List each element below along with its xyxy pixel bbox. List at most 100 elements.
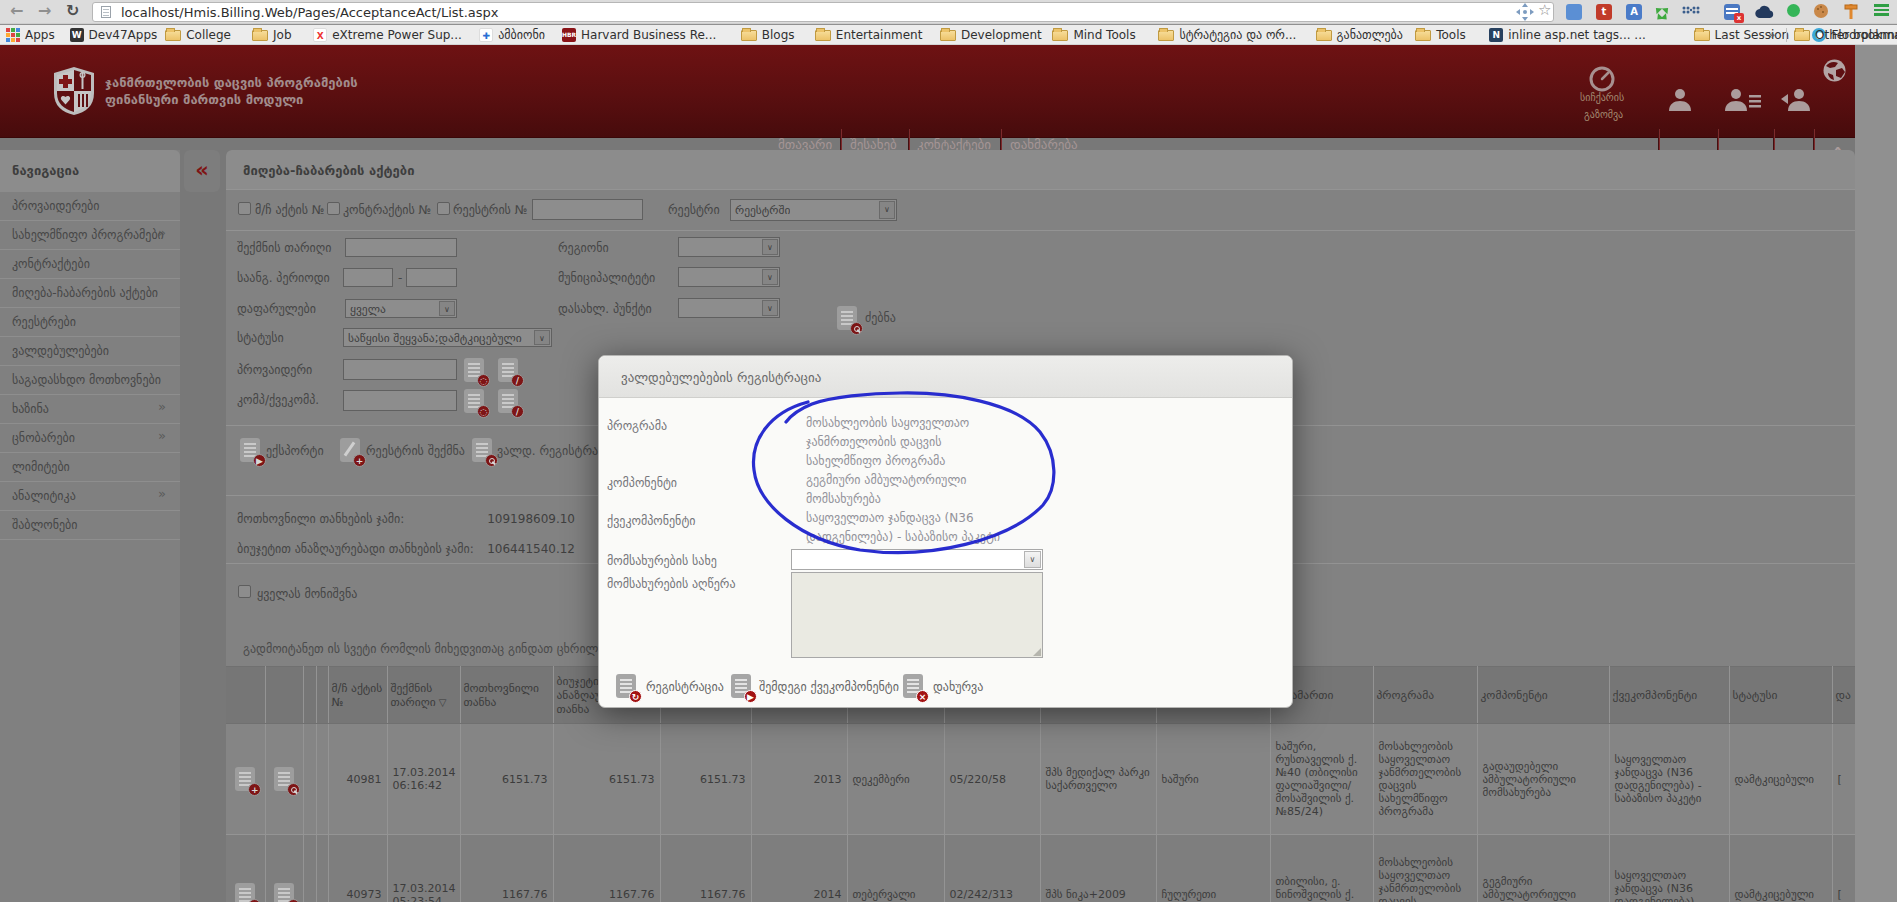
- extension-window-icon[interactable]: [1566, 4, 1582, 20]
- sidebar-item[interactable]: რეესტრები: [0, 308, 180, 337]
- provider-lookup-icon[interactable]: ◌: [464, 358, 484, 382]
- bookmarks-overflow-chevron[interactable]: »: [1768, 25, 1775, 45]
- settlement-select[interactable]: ∨: [678, 298, 780, 318]
- sidebar-item[interactable]: შაბლონები: [0, 511, 180, 540]
- act-no-checkbox[interactable]: [238, 202, 251, 215]
- comp-input[interactable]: [343, 390, 457, 411]
- modal-service-desc-textarea[interactable]: [791, 572, 1043, 658]
- drag-icon[interactable]: [1516, 3, 1534, 21]
- bookmark-item[interactable]: სტრატეგია და ორ...: [1158, 25, 1296, 45]
- sidebar-item[interactable]: სახელმწიფო პროგრამები»: [0, 221, 180, 250]
- column-header[interactable]: [265, 667, 303, 724]
- sidebar-item[interactable]: მიღება-ჩაბარების აქტები: [0, 279, 180, 308]
- bookmark-item[interactable]: Entertainment: [815, 25, 923, 45]
- municipality-select[interactable]: ∨: [678, 267, 780, 287]
- bookmark-item[interactable]: Development: [940, 25, 1042, 45]
- bookmark-item[interactable]: ✚ამბიონი: [479, 25, 545, 45]
- modal-service-type-select[interactable]: ∨: [791, 549, 1043, 570]
- user-list-icon[interactable]: [1725, 85, 1763, 113]
- sidebar-item[interactable]: კონტრაქტები: [0, 250, 180, 279]
- modal-title-bar[interactable]: ვალდებულებების რეგისტრაცია: [599, 356, 1292, 398]
- column-header[interactable]: ქვეკომპონენტი: [1609, 667, 1729, 724]
- modal-close-button[interactable]: დახურვა: [933, 680, 983, 694]
- bookmark-item[interactable]: XeXtreme Power Sup...: [313, 25, 462, 45]
- browser-menu-icon[interactable]: [1874, 4, 1889, 16]
- extension-pin-icon[interactable]: [1787, 4, 1800, 17]
- sidebar-item[interactable]: ლიმიტები: [0, 453, 180, 482]
- row-add-icon[interactable]: +: [235, 883, 255, 902]
- bookmark-item[interactable]: Job: [252, 25, 292, 45]
- region-select[interactable]: ∨: [678, 237, 780, 257]
- logout-icon[interactable]: [1781, 85, 1813, 113]
- sidebar-item[interactable]: ცნობარები»: [0, 424, 180, 453]
- sidebar-item[interactable]: ხაზინა»: [0, 395, 180, 424]
- row-add-icon[interactable]: +: [235, 767, 255, 791]
- create-register-button[interactable]: რეესტრის შექმნა: [366, 444, 465, 458]
- select-all-checkbox[interactable]: [238, 585, 251, 598]
- extension-tumblr-icon[interactable]: t: [1596, 4, 1612, 20]
- register-no-checkbox[interactable]: [437, 202, 450, 215]
- column-header[interactable]: და: [1832, 667, 1855, 724]
- modal-next-subcomponent-button[interactable]: შემდეგი ქვეკომპონენტი: [759, 680, 899, 694]
- refresh-icon[interactable]: ↻: [66, 1, 79, 20]
- speed-label-line2[interactable]: გაზომვა: [1584, 109, 1623, 120]
- user-icon[interactable]: [1666, 85, 1694, 113]
- sidebar-item[interactable]: ვალდებულებები: [0, 337, 180, 366]
- bookmark-item[interactable]: Apps: [6, 25, 55, 45]
- sidebar-collapse-button[interactable]: «: [184, 150, 220, 192]
- sidebar-item[interactable]: ანალიტიკა»: [0, 482, 180, 511]
- column-header[interactable]: [316, 667, 328, 724]
- column-header[interactable]: სტატუსი: [1729, 667, 1832, 724]
- contract-no-checkbox[interactable]: [327, 202, 340, 215]
- create-register-icon[interactable]: +: [340, 438, 360, 462]
- export-icon[interactable]: ▶: [240, 438, 260, 462]
- status-select[interactable]: საწყისი შეყვანა;დამტკიცებული∨: [343, 328, 552, 347]
- modal-close-icon[interactable]: ×: [903, 674, 923, 698]
- column-header[interactable]: შექმნის თარიღი▽: [387, 667, 460, 724]
- bookmark-item[interactable]: WDev47Apps: [70, 25, 158, 45]
- column-header[interactable]: [226, 667, 265, 724]
- register-no-input[interactable]: [532, 199, 643, 220]
- url-bar[interactable]: localhost/Hmis.Billing.Web/Pages/Accepta…: [92, 2, 1554, 22]
- covered-select[interactable]: ყველა∨: [345, 299, 457, 318]
- row-view-icon[interactable]: [274, 883, 294, 902]
- export-button[interactable]: ექსპორტი: [266, 444, 324, 458]
- period-to-input[interactable]: [406, 268, 457, 287]
- create-date-input[interactable]: [345, 238, 457, 257]
- bookmark-item[interactable]: Tools: [1415, 25, 1466, 45]
- search-icon[interactable]: [837, 306, 857, 330]
- comp-clear-icon[interactable]: /: [498, 389, 518, 413]
- extension-arrows-icon[interactable]: [1654, 4, 1670, 20]
- extension-dots-icon[interactable]: [1682, 6, 1702, 18]
- bookmark-star-icon[interactable]: ☆: [1538, 1, 1551, 19]
- column-header[interactable]: კომპონენტი: [1477, 667, 1609, 724]
- bookmark-item[interactable]: College: [165, 25, 231, 45]
- sidebar-item[interactable]: პროვაიდერები: [0, 192, 180, 221]
- bookmark-item[interactable]: Ninline asp.net tags... ...: [1489, 25, 1646, 45]
- column-header[interactable]: პროგრამა: [1373, 667, 1477, 724]
- globe-icon[interactable]: [1822, 58, 1847, 83]
- provider-clear-icon[interactable]: /: [498, 358, 518, 382]
- column-header[interactable]: მ/ჩ აქტის №: [328, 667, 387, 724]
- obligation-registration-icon[interactable]: [472, 438, 492, 462]
- search-button[interactable]: ძებნა: [865, 311, 896, 325]
- bookmark-item[interactable]: Blogs: [741, 25, 795, 45]
- extension-cloud-icon[interactable]: [1755, 5, 1775, 19]
- bookmark-item[interactable]: Mind Tools: [1052, 25, 1135, 45]
- speedometer-icon[interactable]: [1588, 65, 1616, 93]
- extension-calendar-icon[interactable]: x: [1724, 4, 1740, 20]
- modal-register-button[interactable]: რეგისტრაცია: [646, 680, 724, 694]
- extension-cookie-icon[interactable]: [1814, 4, 1828, 18]
- bookmark-item[interactable]: განათლება: [1316, 25, 1403, 45]
- modal-next-subcomponent-icon[interactable]: ▶: [731, 674, 751, 698]
- provider-input[interactable]: [343, 359, 457, 380]
- sidebar-item[interactable]: საგადასხდო მოთხოვნები: [0, 366, 180, 395]
- column-header[interactable]: მოთხოვნილი თანხა: [460, 667, 553, 724]
- column-header[interactable]: [303, 667, 316, 724]
- comp-lookup-icon[interactable]: ◌: [464, 389, 484, 413]
- extension-translate-icon[interactable]: A: [1626, 4, 1642, 20]
- forward-icon[interactable]: →: [38, 1, 51, 20]
- other-bookmarks[interactable]: Other bookmarks: [1794, 25, 1897, 45]
- row-view-icon[interactable]: [274, 767, 294, 791]
- bookmark-item[interactable]: HBRHarvard Business Re...: [562, 25, 716, 45]
